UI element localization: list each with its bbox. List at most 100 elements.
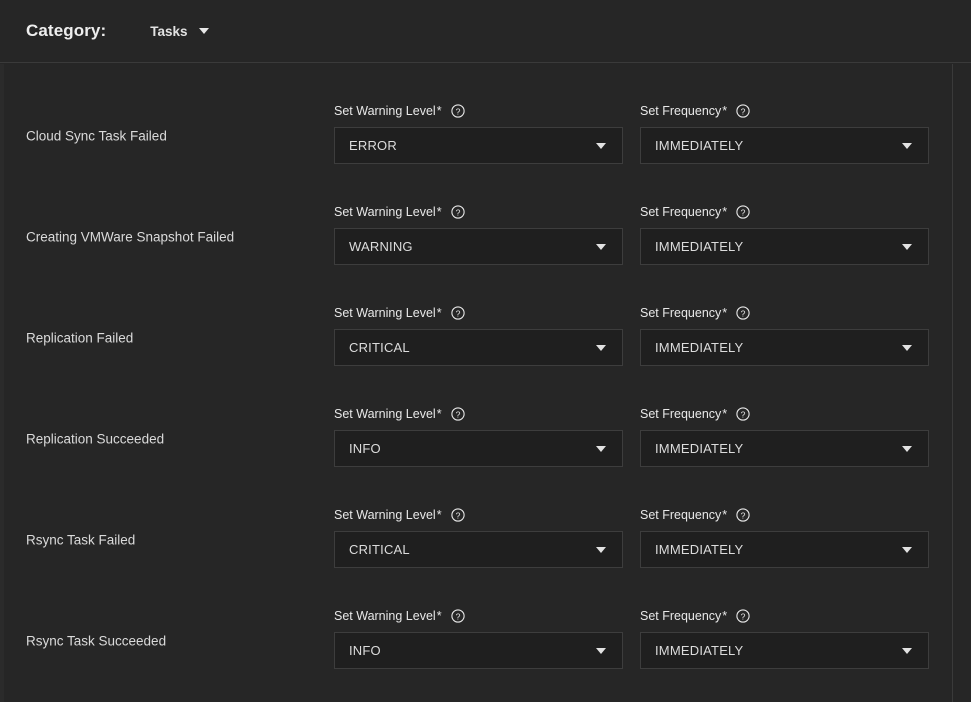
category-dropdown-value: Tasks [150,23,188,39]
alert-name-label: Rsync Task Succeeded [26,633,167,649]
warning-level-field: Set Warning Level *? CRITICAL [334,507,623,568]
help-circle-icon[interactable]: ? [450,609,465,623]
frequency-select[interactable]: IMMEDIATELY [640,430,929,467]
help-circle-icon[interactable]: ? [450,508,465,522]
chevron-down-icon [902,647,912,654]
help-circle-icon[interactable]: ? [450,205,465,219]
alert-name-label: Replication Succeeded [26,431,165,447]
warning-level-label: Set Warning Level *? [334,608,623,624]
chevron-down-icon [596,142,606,149]
frequency-value: IMMEDIATELY [655,239,744,254]
alert-setting-row: Cloud Sync Task Failed Set Warning Level *… [0,64,952,165]
warning-level-value: INFO [349,441,381,456]
frequency-field: Set Frequency *? IMMEDIATELY [640,103,929,164]
frequency-select[interactable]: IMMEDIATELY [640,632,929,669]
svg-text:?: ? [455,207,460,217]
warning-level-field: Set Warning Level *? INFO [334,608,623,669]
svg-text:?: ? [455,106,460,116]
chevron-down-icon [902,243,912,250]
chevron-down-icon [596,546,606,553]
frequency-label: Set Frequency *? [640,406,929,422]
svg-text:?: ? [455,611,460,621]
required-marker: * [436,104,442,118]
frequency-field: Set Frequency *? IMMEDIATELY [640,406,929,467]
frequency-value: IMMEDIATELY [655,542,744,557]
svg-text:?: ? [455,510,460,520]
help-circle-icon[interactable]: ? [736,609,750,623]
warning-level-value: CRITICAL [349,542,410,557]
help-circle-icon[interactable]: ? [450,407,465,421]
chevron-down-icon [902,546,912,553]
warning-level-field: Set Warning Level *? INFO [334,406,623,467]
right-gutter [953,64,971,702]
chevron-down-icon [596,647,606,654]
svg-text:?: ? [455,409,460,419]
help-circle-icon[interactable]: ? [736,205,750,219]
svg-text:?: ? [741,308,746,318]
notification-settings-content: Cloud Sync Task Failed Set Warning Level *… [0,64,971,702]
help-circle-icon[interactable]: ? [736,306,750,320]
help-circle-icon[interactable]: ? [736,508,750,522]
warning-level-field: Set Warning Level *? WARNING [334,204,623,265]
frequency-value: IMMEDIATELY [655,138,744,153]
frequency-label: Set Frequency *? [640,608,929,624]
category-dropdown[interactable]: Tasks [150,23,209,39]
frequency-select[interactable]: IMMEDIATELY [640,531,929,568]
frequency-label: Set Frequency *? [640,305,929,321]
warning-level-select[interactable]: ERROR [334,127,623,164]
warning-level-value: CRITICAL [349,340,410,355]
help-circle-icon[interactable]: ? [450,306,465,320]
frequency-label-text: Set Frequency [640,104,722,118]
warning-level-select[interactable]: INFO [334,632,623,669]
warning-level-select[interactable]: WARNING [334,228,623,265]
warning-level-label: Set Warning Level *? [334,406,623,422]
frequency-select[interactable]: IMMEDIATELY [640,127,929,164]
frequency-field: Set Frequency *? IMMEDIATELY [640,204,929,265]
warning-level-label-text: Set Warning Level [334,205,436,219]
alert-setting-row: Rsync Task Succeeded Set Warning Level *? I… [0,569,952,670]
help-circle-icon[interactable]: ? [450,104,465,118]
required-marker: * [436,306,442,320]
svg-text:?: ? [741,106,746,116]
chevron-down-icon [902,445,912,452]
alert-settings-list: Cloud Sync Task Failed Set Warning Level *… [0,64,952,670]
alert-name-label: Cloud Sync Task Failed [26,128,167,144]
category-header: Category: Tasks [0,0,971,63]
warning-level-label: Set Warning Level *? [334,507,623,523]
chevron-down-icon [596,243,606,250]
warning-level-label: Set Warning Level *? [334,204,623,220]
warning-level-select[interactable]: CRITICAL [334,531,623,568]
alert-name-label: Rsync Task Failed [26,532,136,548]
required-marker: * [722,104,728,118]
warning-level-field: Set Warning Level *? ERROR [334,103,623,164]
required-marker: * [436,205,442,219]
required-marker: * [436,508,442,522]
frequency-value: IMMEDIATELY [655,441,744,456]
help-circle-icon[interactable]: ? [736,407,750,421]
chevron-down-icon [902,344,912,351]
warning-level-select[interactable]: CRITICAL [334,329,623,366]
frequency-label-text: Set Frequency [640,205,722,219]
frequency-select[interactable]: IMMEDIATELY [640,329,929,366]
warning-level-label-text: Set Warning Level [334,508,436,522]
svg-text:?: ? [741,207,746,217]
svg-text:?: ? [741,409,746,419]
svg-text:?: ? [741,510,746,520]
warning-level-label-text: Set Warning Level [334,609,436,623]
alert-setting-row: Replication Succeeded Set Warning Level *?… [0,367,952,468]
frequency-field: Set Frequency *? IMMEDIATELY [640,608,929,669]
chevron-down-icon [902,142,912,149]
warning-level-select[interactable]: INFO [334,430,623,467]
chevron-down-icon [596,344,606,351]
chevron-down-icon [198,28,209,34]
frequency-label-text: Set Frequency [640,306,722,320]
frequency-label-text: Set Frequency [640,508,722,522]
warning-level-value: ERROR [349,138,397,153]
alert-name-label: Replication Failed [26,330,134,346]
frequency-label: Set Frequency *? [640,507,929,523]
help-circle-icon[interactable]: ? [736,104,750,118]
warning-level-label-text: Set Warning Level [334,306,436,320]
frequency-select[interactable]: IMMEDIATELY [640,228,929,265]
warning-level-label-text: Set Warning Level [334,104,436,118]
required-marker: * [722,205,728,219]
